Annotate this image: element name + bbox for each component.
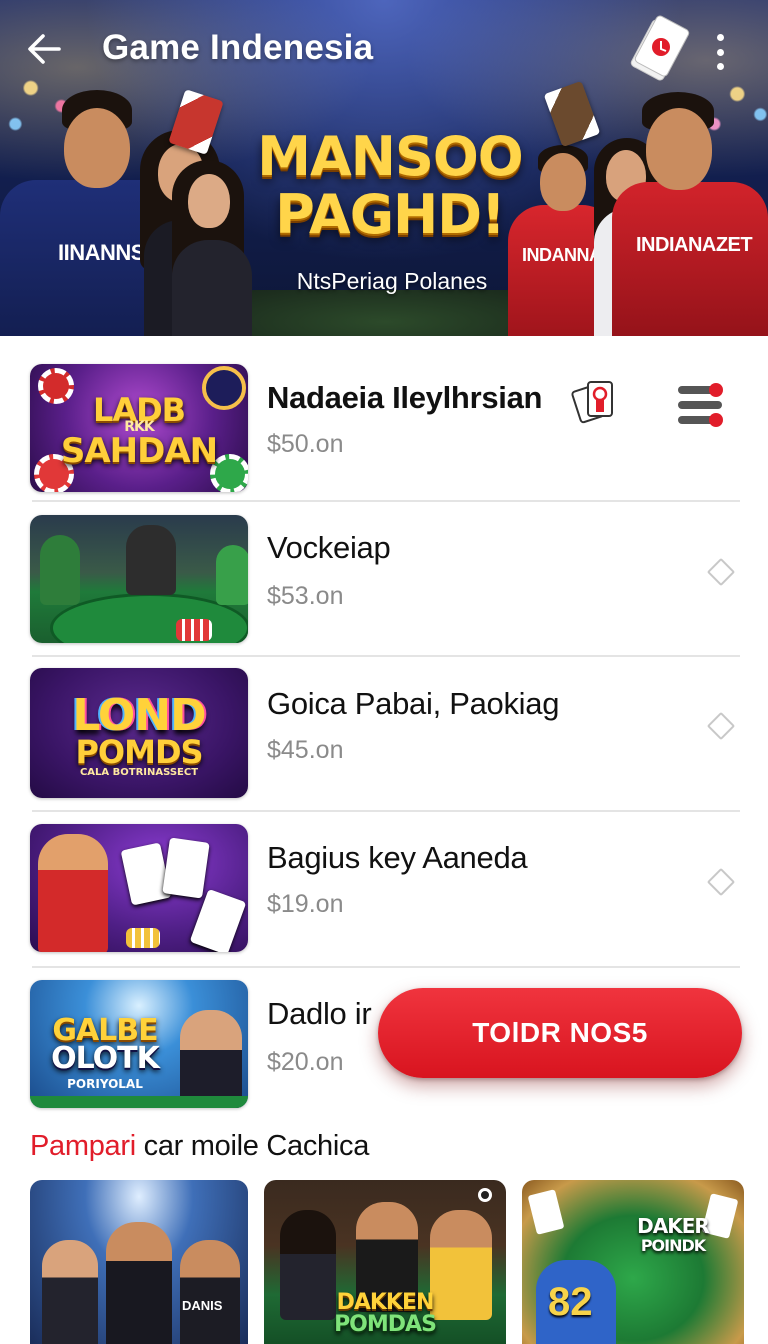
coin-icon: $	[267, 890, 281, 918]
player-figure	[106, 1222, 172, 1344]
thumb-3-line-2: POMDS	[75, 733, 203, 771]
player-figure	[40, 535, 80, 605]
promo-3-line-1: DAKER	[637, 1214, 710, 1238]
coin-icon: $	[267, 582, 281, 610]
sliders-icon	[678, 383, 723, 427]
player-figure	[180, 1010, 242, 1108]
game-name: Nadaeia Ileylhrsian	[267, 380, 543, 415]
coin-icon: $	[267, 736, 281, 764]
game-row-1[interactable]: LADB RKK SAHDAN Nadaeia Ileylhrsian $50.…	[0, 360, 768, 510]
chip-stack	[176, 619, 212, 641]
thumb-3-small: CALA BOTRINASSECT	[79, 767, 199, 778]
promo-1-label: DANIS	[182, 1298, 223, 1313]
section-title-rest: car moile Cachica	[135, 1130, 370, 1162]
playing-card	[527, 1189, 565, 1235]
divider	[32, 500, 740, 502]
hero-headline-line-1: MANSOO	[257, 125, 523, 188]
chevron-right-icon	[706, 711, 736, 741]
thumb-3-line-1: LOND	[72, 690, 206, 741]
game-name: Dadlo ir	[267, 996, 372, 1031]
game-thumbnail-1: LADB RKK SAHDAN	[30, 364, 248, 492]
coin-icon: $	[267, 1048, 281, 1076]
hero-subtitle: NtsPeriag Polanes	[296, 268, 488, 294]
promo-2-line-1: DAKKEN	[336, 1290, 435, 1315]
playing-card	[120, 842, 172, 906]
hero-jersey-right-2-text: INDIANAZET	[636, 234, 753, 256]
game-row-3[interactable]: LOND POMDS CALA BOTRINASSECT Goica Pabai…	[0, 668, 768, 818]
game-price: $20.on	[267, 1048, 344, 1076]
game-row-4[interactable]: Bagius key Aaneda $19.on	[0, 822, 768, 972]
game-row-2[interactable]: Vockeiap $53.on	[0, 512, 768, 662]
promo-2-line-2: POMDAS	[334, 1312, 437, 1337]
playing-card-icon	[630, 15, 690, 81]
promo-card-3[interactable]: DAKER POINDK 82	[522, 1180, 744, 1344]
section-title: Pampari car moile Cachica	[30, 1130, 369, 1163]
game-name: Bagius key Aaneda	[267, 840, 528, 875]
game-thumbnail-5: GALBE OLOTK PORIYOLAL	[30, 980, 248, 1108]
record-indicator-icon	[478, 1188, 492, 1202]
more-vertical-icon	[716, 34, 724, 41]
hero-jersey-right-1-text: INDANNA	[522, 245, 602, 265]
divider	[32, 655, 740, 657]
more-options-button[interactable]	[703, 30, 737, 74]
coin-icon: $	[267, 430, 281, 458]
game-price: $19.on	[267, 890, 344, 918]
divider	[32, 966, 740, 968]
hero-headline-line-2: PAGHD!	[275, 183, 505, 246]
player-figure	[216, 545, 248, 605]
section-title-accent: Pampari	[30, 1130, 136, 1162]
filter-settings-button[interactable]	[674, 380, 728, 430]
promo-card-1[interactable]: DANIS	[30, 1180, 248, 1344]
chevron-right-icon	[706, 557, 736, 587]
player-figure	[180, 1240, 240, 1344]
game-thumbnail-4	[30, 824, 248, 952]
divider	[32, 810, 740, 812]
hero-banner: IINANNSEI INDANNA INDIANAZET MANSOO PAGH…	[0, 0, 768, 336]
hero-headline: MANSOO PAGHD!	[240, 128, 540, 244]
table-strip	[30, 1096, 248, 1108]
playing-card	[189, 888, 247, 952]
promo-card-2[interactable]: DAKKEN POMDAS	[264, 1180, 506, 1344]
game-price: $45.on	[267, 736, 344, 764]
game-name: Goica Pabai, Paokiag	[267, 686, 560, 721]
game-name: Vockeiap	[267, 530, 391, 565]
card-badge[interactable]	[628, 14, 692, 84]
primary-action-button[interactable]: TOlDR NOS5	[378, 988, 742, 1078]
app-title: Game Indenesia	[102, 28, 374, 67]
game-price: $53.on	[267, 582, 344, 610]
game-price: $50.on	[267, 430, 344, 458]
bookmark-card-button[interactable]	[570, 376, 618, 428]
chip-stack	[126, 928, 160, 948]
playing-card	[162, 837, 210, 899]
game-thumbnail-3: LOND POMDS CALA BOTRINASSECT	[30, 668, 248, 798]
game-thumbnail-2	[30, 515, 248, 643]
playing-card-icon	[571, 381, 613, 424]
dealer-figure	[38, 834, 108, 952]
back-button[interactable]	[22, 26, 68, 72]
chevron-right-icon	[706, 867, 736, 897]
top-app-bar: Game Indenesia	[0, 0, 768, 100]
arrow-left-icon	[28, 34, 61, 64]
hero-player-right-2: INDIANAZET	[612, 92, 768, 336]
promo-3-line-2: POINDK	[640, 1236, 706, 1255]
jersey-number: 82	[548, 1280, 593, 1324]
thumb-1-line-2: SAHDAN	[60, 431, 218, 471]
player-figure	[42, 1240, 98, 1344]
player-figure	[126, 525, 176, 595]
